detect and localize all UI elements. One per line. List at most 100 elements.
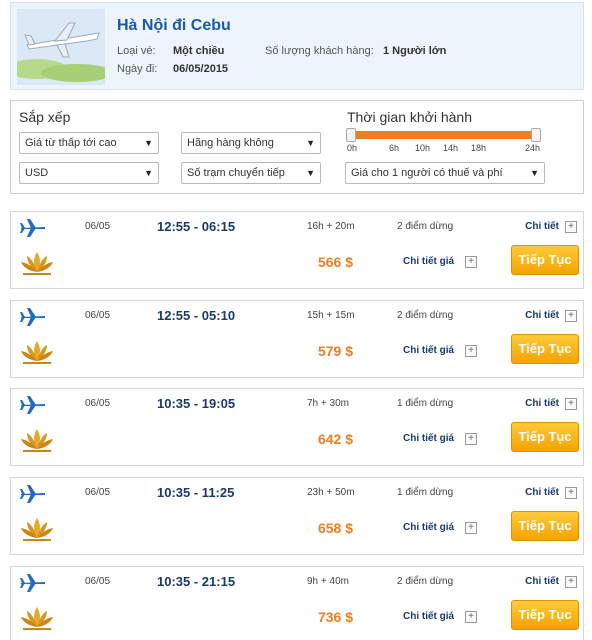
plus-icon[interactable]: + [565,398,577,410]
flight-duration: 9h + 40m [307,576,349,587]
airplane-icon [20,219,45,237]
plus-icon[interactable]: + [465,611,477,623]
plus-icon[interactable]: + [465,256,477,268]
airplane-icon [20,485,45,503]
airplane-icon [20,574,45,592]
chevron-down-icon: ▼ [306,138,315,148]
price-detail-link[interactable]: Chi tiết giá [403,611,454,622]
currency-select[interactable]: USD ▼ [19,162,159,184]
flight-stops: 2 điểm dừng [397,310,454,321]
flight-detail-link[interactable]: Chi tiết [525,221,559,232]
flight-detail-link[interactable]: Chi tiết [525,576,559,587]
continue-button[interactable]: Tiếp Tục [511,334,579,364]
flight-stops: 2 điểm dừng [397,576,454,587]
continue-button[interactable]: Tiếp Tục [511,600,579,630]
flight-time: 12:55 - 06:15 [157,219,236,234]
flight-price: 736 $ [317,609,353,625]
lotus-icon [21,518,53,541]
continue-button[interactable]: Tiếp Tục [511,422,579,452]
flight-price: 642 $ [317,431,353,447]
flight-row: 06/05 10:35 - 19:05 7h + 30m 1 điểm dừng… [10,388,584,466]
passengers-label: Số lượng khách hàng: [265,45,374,57]
flight-date: 06/05 [85,576,111,587]
price-detail-link[interactable]: Chi tiết giá [403,256,454,267]
tick-label: 10h [415,143,431,153]
flight-time: 10:35 - 11:25 [157,485,235,500]
flight-row: 06/05 12:55 - 06:15 16h + 20m 2 điểm dừn… [10,211,584,289]
price-detail-link[interactable]: Chi tiết giá [403,433,454,444]
airline-select[interactable]: Hãng hàng không ▼ [181,132,321,154]
ticket-type-label: Loại vé: [117,45,156,57]
sort-select[interactable]: Giá từ thấp tới cao ▼ [19,132,159,154]
plus-icon[interactable]: + [465,522,477,534]
chevron-down-icon: ▼ [530,168,539,178]
flight-time: 12:55 - 05:10 [157,308,236,323]
plus-icon[interactable]: + [565,310,577,322]
price-detail-link[interactable]: Chi tiết giá [403,522,454,533]
date-value: 06/05/2015 [173,63,229,75]
lotus-icon [21,252,53,275]
slider-handle-start[interactable] [346,128,356,142]
airplane-icon [20,396,45,414]
price-detail-link[interactable]: Chi tiết giá [403,345,454,356]
departure-time-slider[interactable] [351,131,537,139]
currency-select-value: USD [25,167,49,179]
slider-handle-end[interactable] [531,128,541,142]
tick-label: 6h [389,143,400,153]
lotus-icon [21,607,53,630]
tick-label: 18h [471,143,487,153]
continue-button[interactable]: Tiếp Tục [511,245,579,275]
tick-label: 0h [347,143,358,153]
plus-icon[interactable]: + [565,576,577,588]
chevron-down-icon: ▼ [144,138,153,148]
plus-icon[interactable]: + [565,487,577,499]
lotus-icon [21,341,53,364]
airplane-photo-icon [17,9,105,85]
passengers-value: 1 Người lớn [383,45,447,57]
flight-duration: 23h + 50m [307,487,355,498]
plus-icon[interactable]: + [465,433,477,445]
flight-stops: 1 điểm dừng [397,398,454,409]
flight-duration: 16h + 20m [307,221,355,232]
stops-select[interactable]: Số trạm chuyển tiếp ▼ [181,162,321,184]
continue-button[interactable]: Tiếp Tục [511,511,579,541]
tick-label: 24h [525,143,541,153]
price-type-select[interactable]: Giá cho 1 người có thuế và phí ▼ [345,162,545,184]
date-label: Ngày đi: [117,63,158,75]
departure-time-title: Thời gian khởi hành [347,109,472,125]
route-title: Hà Nội đi Cebu [117,17,231,34]
stops-select-value: Số trạm chuyển tiếp [187,167,285,179]
search-summary: Hà Nội đi Cebu Loại vé: Một chiều Ngày đ… [10,2,584,90]
flight-price: 579 $ [317,343,353,359]
flight-time: 10:35 - 21:15 [157,574,236,589]
sort-title: Sắp xếp [19,109,71,125]
flight-row: 06/05 12:55 - 05:10 15h + 15m 2 điểm dừn… [10,300,584,378]
flight-detail-link[interactable]: Chi tiết [525,398,559,409]
flight-date: 06/05 [85,487,111,498]
chevron-down-icon: ▼ [306,168,315,178]
flight-row: 06/05 10:35 - 21:15 9h + 40m 2 điểm dừng… [10,566,584,640]
flight-row: 06/05 10:35 - 11:25 23h + 50m 1 điểm dừn… [10,477,584,555]
plus-icon[interactable]: + [465,345,477,357]
flight-detail-link[interactable]: Chi tiết [525,310,559,321]
airplane-icon [20,308,45,326]
tick-label: 14h [443,143,459,153]
flight-detail-link[interactable]: Chi tiết [525,487,559,498]
flight-date: 06/05 [85,398,111,409]
ticket-type-value: Một chiều [173,45,225,57]
flight-price: 658 $ [317,520,353,536]
flight-price: 566 $ [317,254,353,270]
filter-panel: Sắp xếp Giá từ thấp tới cao ▼ Hãng hàng … [10,100,584,194]
flight-date: 06/05 [85,221,111,232]
flight-time: 10:35 - 19:05 [157,396,236,411]
flight-stops: 2 điểm dừng [397,221,454,232]
flight-duration: 7h + 30m [307,398,349,409]
plus-icon[interactable]: + [565,221,577,233]
airline-select-value: Hãng hàng không [187,137,274,149]
chevron-down-icon: ▼ [144,168,153,178]
flight-stops: 1 điểm dừng [397,487,454,498]
flight-duration: 15h + 15m [307,310,355,321]
price-type-select-value: Giá cho 1 người có thuế và phí [351,167,503,179]
lotus-icon [21,429,53,452]
flight-date: 06/05 [85,310,111,321]
